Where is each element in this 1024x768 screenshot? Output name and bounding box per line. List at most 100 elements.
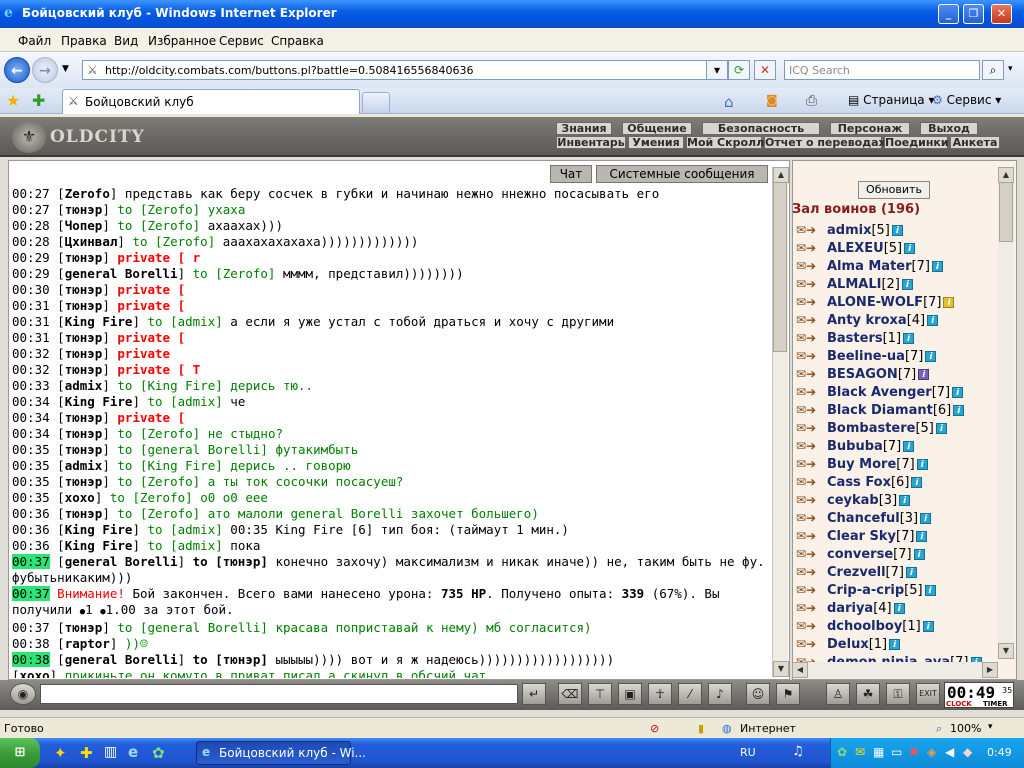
private-message-icon[interactable]: ✉➔ [796,331,816,345]
language-indicator[interactable]: RU [740,746,756,759]
tray-mail-icon[interactable]: ✉ [855,745,865,759]
chat-nick[interactable]: [general Borelli] [57,554,185,569]
maximize-button[interactable]: ❐ [963,4,984,24]
chat-nick[interactable]: [general Borelli] [57,652,185,667]
info-icon[interactable]: i [922,621,934,632]
scroll-right-icon[interactable]: ▶ [982,662,998,678]
players-scroll-down-icon[interactable]: ▼ [998,643,1014,659]
nav-inventory[interactable]: Инвентарь [556,136,626,149]
private-message-icon[interactable]: ✉➔ [796,241,816,255]
tray-shield-icon[interactable]: ✖ [909,745,919,759]
chat-nick[interactable]: [хохо] [57,490,102,505]
chat-nick[interactable]: [Цхинвал] [57,234,125,249]
chat-nick[interactable]: [тюнэр] [57,410,110,425]
sound-icon[interactable]: ♪ [708,683,732,705]
chat-menu-icon[interactable]: ◉ [10,683,36,705]
chat-nick[interactable]: [тюнэр] [57,282,110,297]
menu-help[interactable]: Справка [271,34,324,48]
mic-icon[interactable]: ♫ [792,744,804,759]
player-name[interactable]: ALMALI[2] i [827,277,913,292]
info-icon[interactable]: i [903,333,915,344]
nav-skills[interactable]: Умения [628,136,684,149]
nav-profile[interactable]: Анкета [950,136,1000,149]
eraser-icon[interactable]: ⌫ [558,683,582,705]
chat-nick[interactable]: [тюнэр] [57,620,110,635]
search-options-icon[interactable]: ▾ [1008,64,1013,74]
private-message-icon[interactable]: ✉➔ [796,457,816,471]
popup-blocked-icon[interactable]: ⊘ [650,722,659,735]
player-name[interactable]: ALONE-WOLF[7] i [827,295,955,310]
info-icon[interactable]: i [935,423,947,434]
info-icon[interactable]: i [903,441,915,452]
translit-icon[interactable]: ⚑ [776,683,800,705]
info-icon[interactable]: i [918,369,930,380]
nav-knowledge[interactable]: Знания [556,122,612,135]
menu-view[interactable]: Вид [114,34,138,48]
options-icon[interactable]: ☘ [856,683,880,705]
player-name[interactable]: Bombastere[5] i [827,421,947,436]
info-icon[interactable]: i [943,297,955,308]
forward-button[interactable]: → [32,57,58,83]
player-name[interactable]: Buy More[7] i [827,457,928,472]
chat-nick[interactable]: [тюнэр] [57,426,110,441]
private-message-icon[interactable]: ✉➔ [796,295,816,309]
tray-volume-icon[interactable]: ◀ [945,745,954,759]
private-message-icon[interactable]: ✉➔ [796,511,816,525]
filter-icon[interactable]: ⊤ [588,683,612,705]
chat-nick[interactable]: [тюнэр] [57,202,110,217]
player-name[interactable]: dchoolboy[1] i [827,619,934,634]
private-message-icon[interactable]: ✉➔ [796,475,816,489]
chat-nick[interactable]: [тюнэр] [57,474,110,489]
private-message-icon[interactable]: ✉➔ [796,439,816,453]
info-icon[interactable]: i [925,351,937,362]
chat-nick[interactable]: [King Fire] [57,522,140,537]
save-icon[interactable]: ▣ [618,683,642,705]
player-name[interactable]: converse[7] i [827,547,925,562]
private-message-icon[interactable]: ✉➔ [796,493,816,507]
chat-nick[interactable]: [тюнэр] [57,442,110,457]
private-message-icon[interactable]: ✉➔ [796,547,816,561]
chat-nick[interactable]: [general Borelli] [57,266,185,281]
player-name[interactable]: BESAGON[7] i [827,367,930,382]
print-icon[interactable]: ⎙ [806,93,817,109]
private-message-icon[interactable]: ✉➔ [796,421,816,435]
minimize-button[interactable]: _ [938,4,959,24]
players-hscrollbar[interactable]: ◀ ▶ [792,662,998,678]
info-icon[interactable]: i [904,243,916,254]
nav-duels[interactable]: Поединки [884,136,949,149]
smiles-icon[interactable]: ☺ [746,683,770,705]
chat-scroll-thumb[interactable] [773,182,787,352]
player-name[interactable]: Black Diamant[6] i [827,403,965,418]
rss-icon[interactable]: ◙ [766,93,778,107]
info-icon[interactable]: i [911,477,923,488]
nav-communication[interactable]: Общение [622,122,692,135]
private-message-icon[interactable]: ✉➔ [796,403,816,417]
player-name[interactable]: Black Avenger[7] i [827,385,964,400]
player-name[interactable]: dariya[4] i [827,601,905,616]
player-name[interactable]: Clear Sky[7] i [827,529,928,544]
players-scroll-thumb[interactable] [999,182,1013,242]
info-icon[interactable]: i [891,225,903,236]
close-button[interactable]: ✕ [991,4,1012,24]
zoom-level[interactable]: 100% [950,722,981,735]
zoom-dropdown-icon[interactable]: ▾ [988,722,993,732]
private-message-icon[interactable]: ✉➔ [796,601,816,615]
stop-icon[interactable]: ✕ [754,60,776,80]
back-button[interactable]: ← [4,57,30,83]
players-scroll-up-icon[interactable]: ▲ [998,167,1014,183]
send-icon[interactable]: ↵ [522,683,546,705]
player-name[interactable]: demon ninja_ava[7]i [827,655,982,662]
chat-nick[interactable]: [admix] [57,378,110,393]
add-favorite-icon[interactable]: ✚ [32,91,45,110]
info-icon[interactable]: i [889,639,901,650]
tools-menu[interactable]: ⚙ Сервис ▾ [932,93,1001,107]
player-name[interactable]: Crip-a-crip[5] i [827,583,936,598]
player-name[interactable]: Basters[1] i [827,331,915,346]
info-icon[interactable]: i [931,261,943,272]
quicklaunch-plus-icon[interactable]: ✚ [80,744,93,762]
chat-nick[interactable]: [хохо] [12,668,57,678]
scroll-down-icon[interactable]: ▼ [773,661,789,677]
address-input[interactable]: ⚔ http://oldcity.combats.com/buttons.pl?… [82,60,722,80]
quicklaunch-ie-icon[interactable]: e [128,743,138,761]
private-message-icon[interactable]: ✉➔ [796,223,816,237]
